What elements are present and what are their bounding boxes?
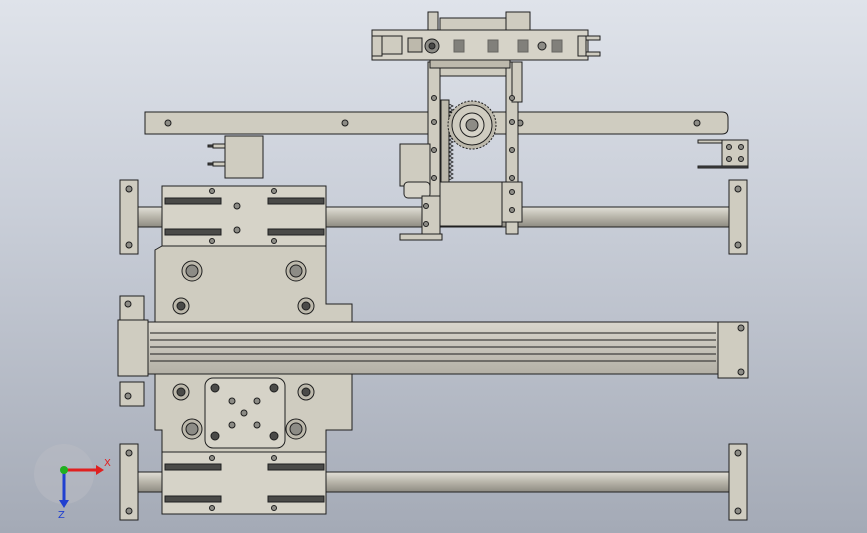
cad-viewport[interactable]: X Z — [0, 0, 867, 533]
coordinate-triad: X Z — [34, 444, 111, 521]
top-gripper-assembly[interactable] — [371, 11, 601, 69]
drive-gear[interactable] — [447, 100, 497, 150]
lower-bearing-blocks[interactable] — [161, 451, 327, 515]
assembly-drawing[interactable]: X Z — [0, 0, 867, 533]
z-axis-label: Z — [58, 510, 65, 521]
sensor-bracket-left[interactable] — [207, 135, 264, 179]
upper-bearing-blocks[interactable] — [161, 185, 327, 249]
sensor-block-right[interactable] — [697, 139, 749, 169]
x-axis-label: X — [104, 458, 111, 469]
